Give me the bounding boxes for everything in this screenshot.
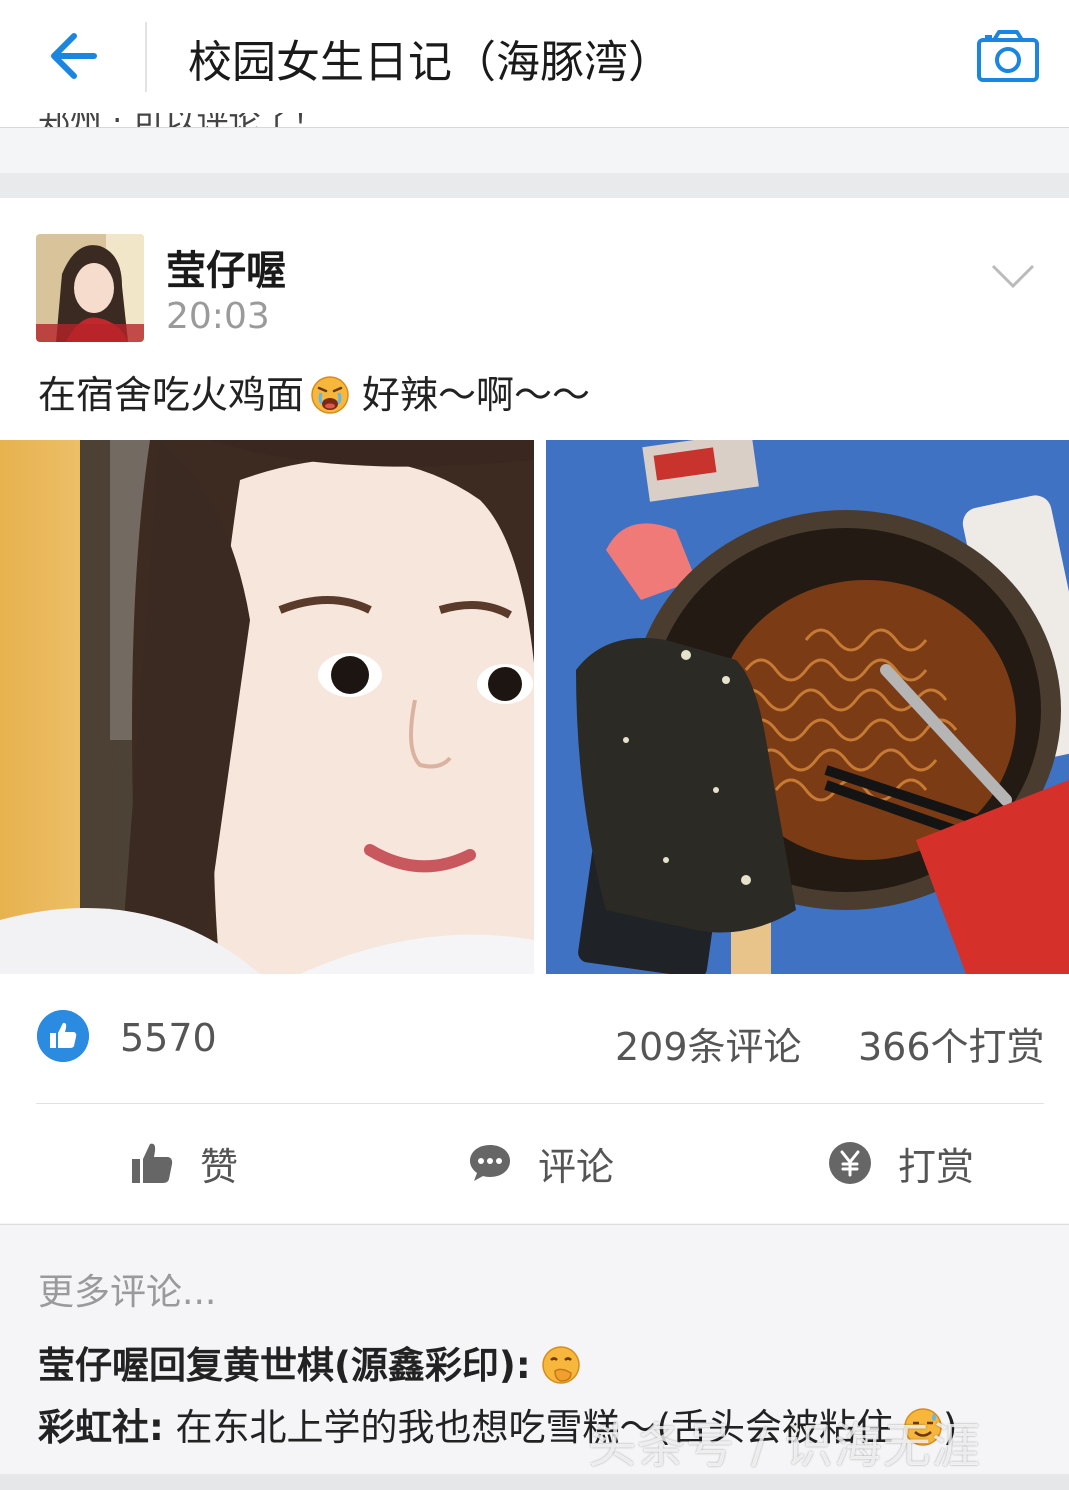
more-comments-link[interactable]: 更多评论... [38, 1263, 216, 1315]
comment-bubble-icon [470, 1145, 510, 1181]
like-count[interactable]: 5570 [120, 1016, 217, 1060]
hand-over-mouth-emoji-icon [541, 1345, 580, 1384]
comment-author[interactable]: 彩虹社 [38, 1406, 149, 1449]
post-card: 莹仔喔 20:03 在宿舍吃火鸡面 好辣～啊～～ 5570 209条评论 366… [0, 198, 1069, 1223]
comment-item[interactable]: 莹仔喔回复黄世棋(源鑫彩印): [38, 1335, 581, 1391]
tip-count[interactable]: 366个打赏 [858, 1016, 1045, 1071]
like-count-icon [37, 1010, 89, 1062]
comment-sep: : [149, 1406, 164, 1449]
yen-coin-icon [829, 1142, 871, 1184]
watermark: 头条号 / 识海无涯 [588, 1418, 981, 1474]
avatar[interactable] [36, 234, 144, 342]
post-time: 20:03 [166, 296, 270, 337]
chevron-down-icon[interactable] [990, 262, 1036, 290]
bottom-separator [0, 1474, 1069, 1490]
post-text-part1: 在宿舍吃火鸡面 [38, 373, 305, 417]
noodles-and-ice-cream-photo[interactable] [546, 440, 1069, 974]
page-title: 校园女生日记（海豚湾） [188, 37, 672, 88]
author-name[interactable]: 莹仔喔 [166, 238, 286, 296]
post-text: 在宿舍吃火鸡面 好辣～啊～～ [38, 364, 590, 421]
comment-sep: : [515, 1344, 531, 1387]
like-button[interactable]: 赞 [130, 1133, 238, 1193]
feed-separator [0, 173, 1069, 198]
comment-count[interactable]: 209条评论 [615, 1016, 802, 1071]
selfie-photo[interactable] [0, 440, 534, 974]
tip-button[interactable]: 打赏 [828, 1133, 974, 1193]
post-text-part2: 好辣～啊～～ [362, 373, 591, 417]
camera-icon[interactable] [976, 28, 1040, 84]
comment-author[interactable]: 莹仔喔回复黄世棋(源鑫彩印) [38, 1344, 516, 1387]
crying-face-emoji-icon [311, 375, 349, 414]
previous-post-cut-text: 郑州 · 可以评论了！ [38, 113, 378, 127]
comment-button-label: 评论 [538, 1144, 615, 1189]
comment-button[interactable]: 评论 [468, 1133, 614, 1193]
thumbs-up-icon [132, 1143, 173, 1183]
header-divider [145, 22, 147, 92]
top-navigation-bar: 校园女生日记（海豚湾） [0, 0, 1069, 128]
stats-divider [36, 1103, 1044, 1104]
back-arrow-icon[interactable] [44, 28, 100, 84]
like-button-label: 赞 [200, 1144, 239, 1189]
tip-button-label: 打赏 [898, 1144, 975, 1189]
